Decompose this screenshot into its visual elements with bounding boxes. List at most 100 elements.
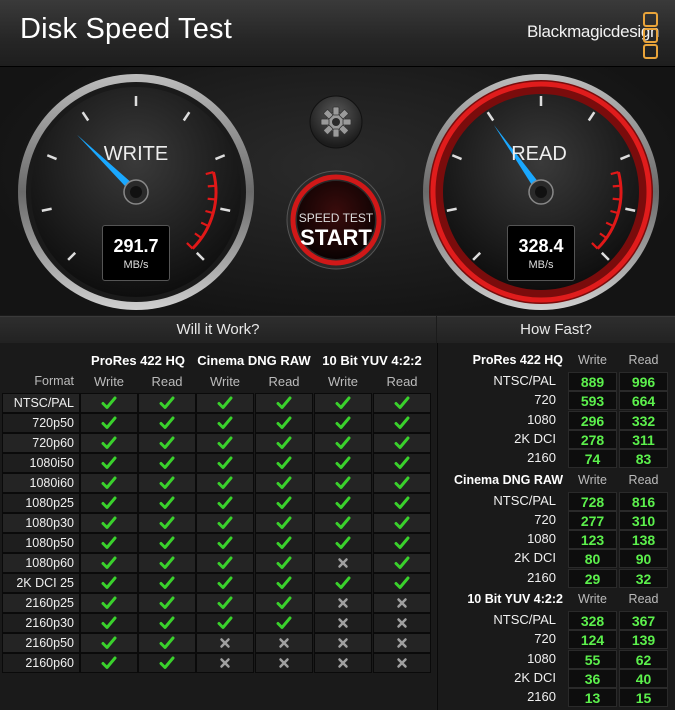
app-title: Disk Speed Test — [20, 13, 233, 45]
check-icon — [276, 456, 292, 469]
will-col-head: Read — [386, 374, 418, 389]
check-icon — [217, 416, 233, 429]
write-gauge-redline-tick — [207, 184, 216, 188]
format-row-label: 2160p30 — [25, 616, 74, 630]
how-write-head: Write — [578, 472, 607, 487]
read-fps-value: 90 — [619, 549, 668, 569]
how-write-head: Write — [578, 353, 607, 367]
check-icon — [159, 516, 175, 529]
check-icon — [276, 396, 292, 409]
check-icon — [217, 556, 233, 569]
how-row-label: 720 — [534, 392, 556, 408]
write-fps-value: 29 — [568, 568, 617, 588]
write-fps-value: 124 — [568, 630, 617, 650]
will-it-work-header: Will it Work? — [0, 316, 436, 344]
read-fps-value: 332 — [619, 410, 668, 430]
brand-name: Blackmagicdesign — [527, 22, 660, 41]
write-fps-value: 889 — [568, 372, 617, 391]
settings-button[interactable] — [309, 95, 363, 149]
how-fast-header: How Fast? — [437, 316, 675, 344]
will-it-work-table: ProRes 422 HQ Cinema DNG RAW 10 Bit YUV 4:… — [0, 343, 436, 710]
write-gauge-redline-tick — [207, 197, 216, 201]
check-icon — [335, 516, 351, 529]
check-icon — [394, 536, 410, 549]
how-row-label: 2K DCI — [514, 430, 556, 446]
format-row-label: 1080p30 — [25, 516, 74, 530]
check-icon — [217, 536, 233, 549]
check-icon — [394, 476, 410, 489]
gear-icon — [309, 95, 363, 149]
will-col-head: Write — [93, 374, 125, 389]
check-icon — [394, 456, 410, 469]
cross-icon — [397, 638, 407, 648]
check-icon — [159, 396, 175, 409]
check-icon — [394, 436, 410, 449]
start-button-label: START — [300, 225, 372, 250]
cross-icon — [279, 658, 289, 668]
read-fps-value: 311 — [619, 429, 668, 449]
check-icon — [101, 556, 117, 569]
check-icon — [101, 516, 117, 529]
how-row-label: 1080 — [527, 531, 556, 547]
read-fps-value: 62 — [619, 649, 668, 669]
write-fps-value: 328 — [568, 611, 617, 630]
read-gauge-redline-tick — [612, 197, 621, 201]
read-speed-unit: MB/s — [528, 259, 554, 271]
format-row-label: 1080p60 — [25, 556, 74, 570]
how-row-label: 720 — [534, 511, 556, 527]
how-fast-table: ProRes 422 HQ Write Read NTSC/PAL 889 996 720 5… — [437, 343, 675, 710]
format-row-label: 2K DCI 25 — [16, 576, 74, 590]
how-row-label: NTSC/PAL — [493, 373, 556, 388]
cross-icon — [220, 658, 230, 668]
write-gauge-label: WRITE — [103, 143, 169, 165]
write-fps-value: 74 — [568, 449, 617, 469]
read-fps-value: 367 — [619, 611, 668, 630]
check-icon — [101, 456, 117, 469]
check-icon — [159, 416, 175, 429]
start-button[interactable]: SPEED TEST START — [286, 170, 386, 270]
how-row-label: 720 — [534, 631, 556, 647]
will-group-title: ProRes 422 HQ — [91, 353, 185, 368]
read-fps-value: 816 — [619, 491, 668, 511]
check-icon — [217, 436, 233, 449]
start-button-small-label: SPEED TEST — [298, 211, 374, 225]
check-icon — [217, 456, 233, 469]
check-icon — [159, 636, 175, 649]
how-row-label: 2K DCI — [514, 669, 556, 685]
check-icon — [335, 576, 351, 589]
how-row-label: NTSC/PAL — [493, 492, 556, 508]
blackmagic-logo-icon — [643, 12, 658, 59]
cross-icon — [338, 658, 348, 668]
format-row-label: 2160p25 — [25, 596, 74, 610]
check-icon — [217, 616, 233, 629]
how-read-head: Read — [628, 592, 659, 606]
check-icon — [101, 656, 117, 669]
check-icon — [217, 576, 233, 589]
how-group-title: 10 Bit YUV 4:2:2 — [467, 592, 563, 606]
write-fps-value: 36 — [568, 668, 617, 688]
check-icon — [159, 576, 175, 589]
how-row-label: 2160 — [527, 689, 556, 705]
title-bar: Disk Speed Test Blackmagicdesign — [0, 0, 675, 67]
read-fps-value: 32 — [619, 568, 668, 588]
cross-icon — [338, 558, 348, 568]
format-row-label: 1080i50 — [29, 456, 75, 470]
how-row-label: 1080 — [527, 411, 556, 427]
check-icon — [276, 596, 292, 609]
read-fps-value: 664 — [619, 391, 668, 411]
how-row-label: 2160 — [527, 569, 556, 585]
format-column-header: Format — [34, 374, 74, 388]
check-icon — [394, 556, 410, 569]
cross-icon — [279, 638, 289, 648]
check-icon — [159, 456, 175, 469]
read-fps-value: 138 — [619, 530, 668, 550]
write-fps-value: 593 — [568, 391, 617, 411]
write-gauge-hub-center — [130, 186, 142, 198]
check-icon — [101, 496, 117, 509]
cross-icon — [338, 618, 348, 628]
check-icon — [335, 476, 351, 489]
will-col-head: Write — [327, 374, 359, 389]
how-row-label: 1080 — [527, 650, 556, 666]
write-fps-value: 80 — [568, 549, 617, 569]
check-icon — [217, 516, 233, 529]
